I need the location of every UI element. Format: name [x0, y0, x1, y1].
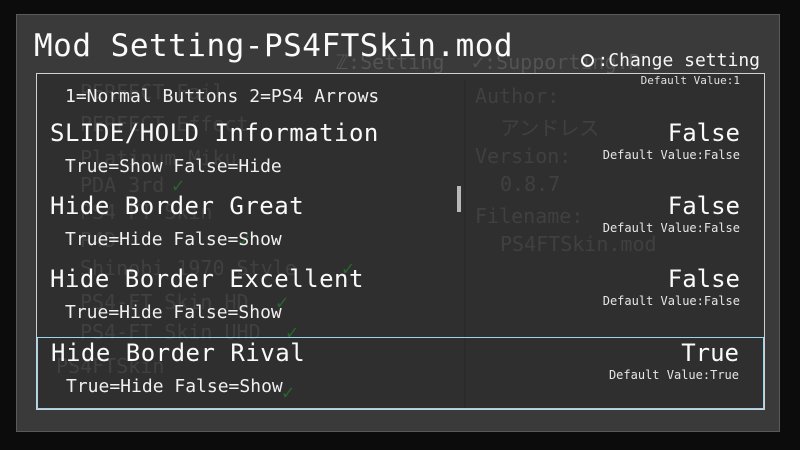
setting-default-value: Default Value:False: [602, 221, 740, 235]
setting-default-value: Default Value:False: [602, 148, 740, 162]
setting-row-hide-border-rival[interactable]: Hide Border Rival True Default Value:Tru…: [37, 337, 764, 409]
setting-default-value: Default Value:True: [608, 368, 739, 382]
setting-value[interactable]: False: [668, 119, 740, 147]
setting-default-value: Default Value:False: [602, 294, 740, 308]
setting-row-hide-border-great[interactable]: Hide Border Great False Default Value:Fa…: [37, 191, 764, 263]
setting-row-slide-hold-information[interactable]: SLIDE/HOLD Information False Default Val…: [37, 118, 764, 190]
setting-description: True=Hide False=Show: [66, 376, 283, 397]
setting-name: SLIDE/HOLD Information: [50, 119, 379, 147]
setting-value[interactable]: False: [668, 265, 740, 293]
setting-name: Hide Border Excellent: [50, 265, 364, 293]
page-title: Mod Setting-PS4FTSkin.mod: [34, 28, 514, 64]
setting-name: Hide Border Rival: [51, 339, 306, 367]
setting-description: True=Hide False=Show: [65, 302, 282, 323]
setting-description: True=Hide False=Show: [65, 229, 282, 250]
settings-panel[interactable]: Default Value:1 1=Normal Buttons 2=PS4 A…: [36, 73, 765, 410]
circle-button-icon: [581, 54, 595, 67]
setting-description: True=Show False=Hide: [65, 156, 282, 177]
change-setting-label: :Change setting: [597, 50, 760, 71]
setting-value[interactable]: True: [681, 339, 739, 367]
change-setting-hint: :Change setting: [581, 50, 760, 71]
setting-value[interactable]: False: [668, 192, 740, 220]
setting-description: 1=Normal Buttons 2=PS4 Arrows: [65, 86, 380, 107]
setting-name: Hide Border Great: [50, 192, 305, 220]
setting-row-hide-border-excellent[interactable]: Hide Border Excellent False Default Valu…: [37, 264, 764, 336]
setting-default-value: Default Value:1: [640, 74, 740, 87]
